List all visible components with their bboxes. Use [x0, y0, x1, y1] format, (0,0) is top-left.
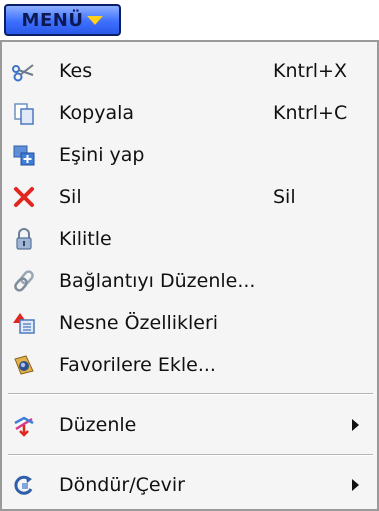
menu-item-baglantiyi-duzenle[interactable]: Bağlantıyı Düzenle...: [2, 260, 377, 302]
dropdown-arrow-icon: [87, 15, 104, 25]
submenu-arrow-icon: [352, 419, 359, 431]
menu-item-sil[interactable]: Sil Sil: [2, 176, 377, 218]
copy-icon: [14, 103, 34, 125]
menu-item-label: Favorilere Ekle...: [59, 354, 216, 376]
menu-item-label: Bağlantıyı Düzenle...: [59, 270, 256, 292]
menu-item-esini-yap[interactable]: Eşini yap: [2, 134, 377, 176]
properties-icon: [13, 313, 35, 334]
menu-button-label: MENÜ: [21, 9, 84, 31]
context-menu: Kes Kntrl+X Kopyala Kntrl+C Eşini yap Si…: [0, 40, 379, 511]
menu-item-label: Kopyala: [59, 102, 135, 124]
arrange-icon: [14, 416, 34, 437]
link-icon: [14, 270, 34, 292]
favorites-icon: [14, 355, 34, 375]
menu-item-label: Kes: [59, 60, 93, 82]
menu-item-label: Eşini yap: [59, 144, 145, 166]
delete-icon: [14, 187, 34, 207]
scissors-icon: [12, 64, 34, 82]
menu-item-shortcut: Kntrl+X: [273, 60, 347, 82]
menu-item-kilitle[interactable]: Kilitle: [2, 218, 377, 260]
menu-item-favorilere-ekle[interactable]: Favorilere Ekle...: [2, 344, 377, 386]
rotate-flip-icon: [14, 475, 33, 495]
lock-icon: [16, 228, 32, 250]
menu-item-label: Döndür/Çevir: [59, 474, 185, 496]
menu-item-label: Düzenle: [59, 414, 137, 436]
menu-item-shortcut: Sil: [273, 186, 296, 208]
submenu-arrow-icon: [352, 479, 359, 491]
menu-item-duzenle[interactable]: Düzenle: [2, 404, 377, 446]
menu-item-shortcut: Kntrl+C: [273, 102, 348, 124]
menu-button[interactable]: MENÜ: [4, 4, 121, 36]
menu-separator: [8, 393, 373, 395]
menu-item-dondur-cevir[interactable]: Döndür/Çevir: [2, 464, 377, 506]
menu-item-nesne-ozellikleri[interactable]: Nesne Özellikleri: [2, 302, 377, 344]
menu-item-kes[interactable]: Kes Kntrl+X: [2, 50, 377, 92]
menu-item-label: Kilitle: [59, 228, 112, 250]
menu-item-label: Nesne Özellikleri: [59, 312, 219, 334]
duplicate-icon: [13, 145, 35, 166]
menu-item-kopyala[interactable]: Kopyala Kntrl+C: [2, 92, 377, 134]
menu-item-label: Sil: [59, 186, 82, 208]
menu-separator: [8, 454, 373, 456]
